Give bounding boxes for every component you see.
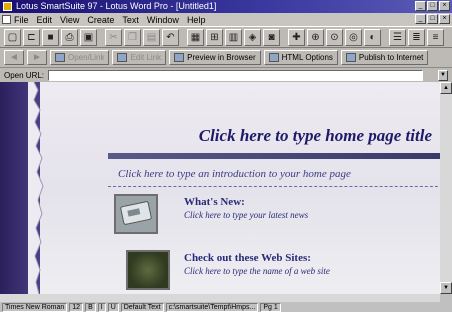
smarticons-toolbar: ▢ ⊏ ■ ⎙ ▣ ✂ ❐ ▤ ↶ ▦ ⊞ ▥ ◈ ◙ ✚ ⊕ ⊙ ◎ ◐ ☰ … xyxy=(0,26,452,48)
table-icon[interactable]: ⊞ xyxy=(206,28,223,46)
status-style[interactable]: Default Text xyxy=(120,302,164,312)
menu-text[interactable]: Text xyxy=(122,15,139,25)
save-icon[interactable]: ■ xyxy=(42,28,59,46)
web-sites-image xyxy=(126,250,170,290)
web-toolbar: ◄ ► Open/Link Edit Link Preview in Brows… xyxy=(0,48,452,68)
torn-paper-edge xyxy=(28,82,44,294)
whats-new-subtitle[interactable]: Click here to type your latest news xyxy=(184,210,308,220)
spell-check-icon[interactable]: ⊕ xyxy=(307,28,324,46)
smartsuite-logo-icon xyxy=(3,2,12,11)
open-link-button[interactable]: Open/Link xyxy=(50,50,110,65)
menu-create[interactable]: Create xyxy=(87,15,114,25)
scroll-down-button[interactable]: ▼ xyxy=(440,282,452,294)
document-icon[interactable] xyxy=(2,15,11,24)
back-button[interactable]: ◄ xyxy=(4,50,24,65)
status-path: c:\smartsuite\Tempt\Hmps... xyxy=(165,302,259,312)
title-frame[interactable]: Click here to type home page title xyxy=(108,122,440,150)
link-icon xyxy=(55,53,65,62)
frame-icon[interactable]: ▦ xyxy=(187,28,204,46)
url-dropdown-button[interactable]: ▼ xyxy=(438,70,448,81)
bullet-list-icon[interactable]: ☰ xyxy=(389,28,406,46)
paste-icon[interactable]: ▤ xyxy=(143,28,160,46)
status-bold-icon[interactable]: B xyxy=(85,302,96,312)
image-icon[interactable]: ◙ xyxy=(263,28,280,46)
status-underline-icon[interactable]: U xyxy=(107,302,119,312)
title-rule xyxy=(108,153,440,159)
open-folder-icon[interactable]: ⊏ xyxy=(23,28,40,46)
publish-icon xyxy=(345,53,356,62)
document-canvas[interactable]: Click here to type home page title Click… xyxy=(0,82,452,294)
bold-icon[interactable]: ✚ xyxy=(288,28,305,46)
status-page[interactable]: Pg 1 xyxy=(260,302,281,312)
web-sites-subtitle[interactable]: Click here to type the name of a web sit… xyxy=(184,266,330,276)
intro-placeholder[interactable]: Click here to type an introduction to yo… xyxy=(118,168,351,180)
drawing-icon[interactable]: ◈ xyxy=(244,28,261,46)
undo-icon[interactable]: ↶ xyxy=(162,28,179,46)
numbered-list-icon[interactable]: ≣ xyxy=(408,28,425,46)
minimize-button[interactable]: _ xyxy=(415,1,426,11)
menu-help[interactable]: Help xyxy=(187,15,206,25)
url-bar: Open URL: ▼ xyxy=(0,68,452,82)
open-url-input[interactable] xyxy=(48,69,424,81)
doc-close-button[interactable]: × xyxy=(439,14,450,24)
copy-icon[interactable]: ❐ xyxy=(124,28,141,46)
edit-link-icon xyxy=(117,53,128,62)
publish-to-internet-button[interactable]: Publish to Internet xyxy=(340,50,429,65)
menu-view[interactable]: View xyxy=(60,15,79,25)
status-italic-icon[interactable]: I xyxy=(97,302,106,312)
browser-icon xyxy=(174,53,185,62)
menu-edit[interactable]: Edit xyxy=(37,15,53,25)
doc-restore-button[interactable]: □ xyxy=(427,14,438,24)
menu-bar: File Edit View Create Text Window Help _… xyxy=(0,13,452,26)
scroll-up-button[interactable]: ▲ xyxy=(440,82,452,94)
menu-window[interactable]: Window xyxy=(147,15,179,25)
new-document-icon[interactable]: ▢ xyxy=(4,28,21,46)
align-icon[interactable]: ≡ xyxy=(427,28,444,46)
status-size[interactable]: 12 xyxy=(69,302,84,312)
preview-icon[interactable]: ▣ xyxy=(80,28,97,46)
preview-in-browser-button[interactable]: Preview in Browser xyxy=(169,50,261,65)
whats-new-image xyxy=(114,194,158,234)
maximize-button[interactable]: □ xyxy=(427,1,438,11)
html-options-icon xyxy=(268,53,279,62)
vertical-scrollbar[interactable]: ▲ ▼ xyxy=(440,82,452,294)
open-url-label: Open URL: xyxy=(4,70,45,80)
edit-link-button[interactable]: Edit Link xyxy=(112,50,167,65)
web-sites-title[interactable]: Check out these Web Sites: xyxy=(184,252,311,264)
status-bar: Times New Roman 12 B I U Default Text c:… xyxy=(0,302,452,312)
window-title-bar[interactable]: Lotus SmartSuite 97 - Lotus Word Pro - [… xyxy=(0,0,452,13)
status-font[interactable]: Times New Roman xyxy=(2,302,68,312)
horizontal-scrollbar[interactable] xyxy=(0,294,440,302)
html-options-button[interactable]: HTML Options xyxy=(263,50,338,65)
page-title-placeholder[interactable]: Click here to type home page title xyxy=(199,126,432,146)
print-icon[interactable]: ⎙ xyxy=(61,28,78,46)
chart-icon[interactable]: ▥ xyxy=(225,28,242,46)
whats-new-title[interactable]: What's New: xyxy=(184,196,245,208)
news-card-icon xyxy=(120,201,152,225)
forward-button[interactable]: ► xyxy=(27,50,47,65)
divider-line xyxy=(108,186,448,187)
doc-minimize-button[interactable]: _ xyxy=(415,14,426,24)
menu-file[interactable]: File xyxy=(14,15,29,25)
close-button[interactable]: × xyxy=(439,1,450,11)
style-icon[interactable]: ◐ xyxy=(364,28,381,46)
zoom-icon[interactable]: ◎ xyxy=(345,28,362,46)
find-icon[interactable]: ⊙ xyxy=(326,28,343,46)
cut-icon[interactable]: ✂ xyxy=(105,28,122,46)
window-title: Lotus SmartSuite 97 - Lotus Word Pro - [… xyxy=(16,1,217,11)
